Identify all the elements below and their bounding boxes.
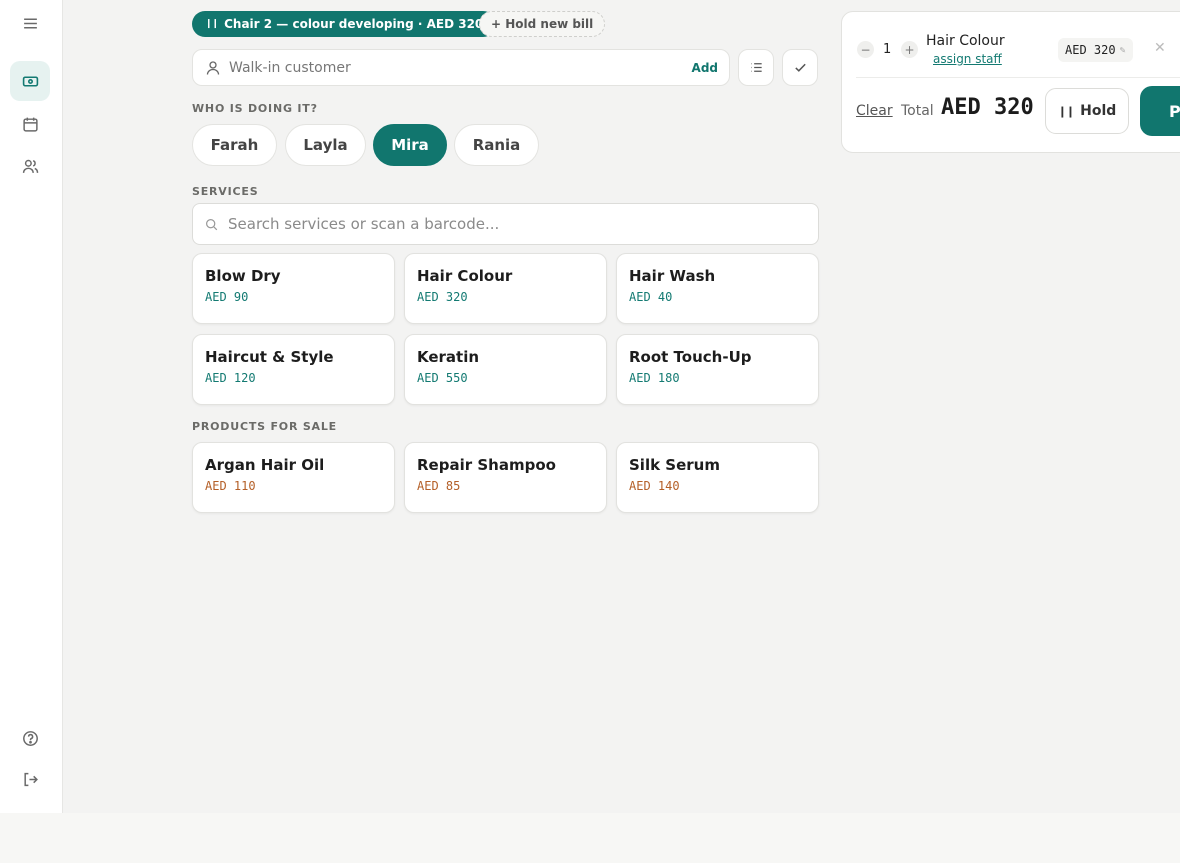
increase-qty-button[interactable]: + <box>901 41 918 58</box>
hold-new-bill-label: + Hold new bill <box>491 17 594 31</box>
staff-chip-rania[interactable]: Rania <box>454 124 539 166</box>
service-price: AED 180 <box>629 371 680 385</box>
service-price: AED 320 <box>417 290 468 304</box>
register-icon[interactable] <box>10 61 50 101</box>
service-name: Keratin <box>417 348 480 366</box>
check-icon <box>794 63 806 72</box>
line-price-editor[interactable]: AED 320 ✎ <box>1058 38 1133 62</box>
customer-field[interactable]: Walk-in customer Add <box>192 49 730 86</box>
hold-bars-icon: ❙❙ <box>205 19 219 29</box>
service-card[interactable]: Keratin AED 550 <box>404 334 607 405</box>
hold-new-bill-button[interactable]: + Hold new bill <box>479 11 606 37</box>
add-customer-button[interactable]: Add <box>692 61 718 75</box>
service-card[interactable]: Root Touch-Up AED 180 <box>616 334 819 405</box>
total-amount: AED 320 <box>941 95 1034 120</box>
line-qty: 1 <box>883 42 892 57</box>
service-card[interactable]: Blow Dry AED 90 <box>192 253 395 324</box>
service-price: AED 120 <box>205 371 256 385</box>
service-name: Haircut & Style <box>205 348 334 366</box>
line-price: AED 320 <box>1065 43 1116 57</box>
hold-button[interactable]: ❙❙ Hold <box>1045 88 1129 134</box>
hold-bars-icon: ❙❙ <box>1057 104 1075 118</box>
product-card[interactable]: Argan Hair Oil AED 110 <box>192 442 395 513</box>
sidebar <box>0 0 63 813</box>
remove-line-icon[interactable]: ✕ <box>1154 40 1166 56</box>
product-price: AED 110 <box>205 479 256 493</box>
confirm-button[interactable] <box>782 49 818 86</box>
clear-cart-button[interactable]: Clear <box>856 103 893 119</box>
products-heading: PRODUCTS FOR SALE <box>192 420 337 433</box>
search-icon <box>206 218 218 230</box>
service-search[interactable] <box>192 203 819 245</box>
service-price: AED 90 <box>205 290 249 304</box>
list-view-button[interactable] <box>738 49 774 86</box>
service-name: Blow Dry <box>205 267 281 285</box>
pos-app: ❙❙ Chair 2 — colour developing · AED 320… <box>0 0 1180 813</box>
service-card[interactable]: Hair Wash AED 40 <box>616 253 819 324</box>
cart-item-name: Hair Colour <box>926 33 1005 49</box>
hold-label: Hold <box>1080 103 1117 119</box>
help-icon[interactable] <box>10 718 50 758</box>
logout-icon[interactable] <box>10 759 50 799</box>
service-price: AED 550 <box>417 371 468 385</box>
held-bill-pill[interactable]: ❙❙ Chair 2 — colour developing · AED 320 <box>192 11 497 37</box>
held-bill-label: Chair 2 — colour developing · AED 320 <box>224 17 484 31</box>
assign-staff-link[interactable]: assign staff <box>933 52 1002 66</box>
product-card[interactable]: Repair Shampoo AED 85 <box>404 442 607 513</box>
service-name: Hair Wash <box>629 267 716 285</box>
staff-chip-layla[interactable]: Layla <box>285 124 366 166</box>
staff-chip-farah[interactable]: Farah <box>192 124 277 166</box>
search-input[interactable] <box>226 214 806 234</box>
staff-chip-mira[interactable]: Mira <box>373 124 447 166</box>
pay-label: P <box>1169 101 1180 121</box>
service-card[interactable]: Hair Colour AED 320 <box>404 253 607 324</box>
menu-icon[interactable] <box>10 3 50 43</box>
product-price: AED 140 <box>629 479 680 493</box>
product-name: Argan Hair Oil <box>205 456 325 474</box>
calendar-icon[interactable] <box>10 104 50 144</box>
users-icon[interactable] <box>10 146 50 186</box>
service-name: Hair Colour <box>417 267 513 285</box>
service-name: Root Touch-Up <box>629 348 752 366</box>
person-icon <box>206 60 220 75</box>
service-card[interactable]: Haircut & Style AED 120 <box>192 334 395 405</box>
cart-divider <box>856 77 1180 78</box>
cart-panel <box>841 11 1180 153</box>
total-label: Total <box>901 103 934 119</box>
product-name: Repair Shampoo <box>417 456 556 474</box>
pay-button[interactable]: P <box>1140 86 1180 136</box>
customer-placeholder: Walk-in customer <box>229 59 351 76</box>
list-icon <box>750 63 762 72</box>
service-price: AED 40 <box>629 290 673 304</box>
product-price: AED 85 <box>417 479 461 493</box>
services-heading: SERVICES <box>192 185 259 198</box>
product-name: Silk Serum <box>629 456 720 474</box>
staff-heading: WHO IS DOING IT? <box>192 102 318 115</box>
pencil-icon: ✎ <box>1119 44 1126 56</box>
product-card[interactable]: Silk Serum AED 140 <box>616 442 819 513</box>
decrease-qty-button[interactable]: − <box>857 41 874 58</box>
